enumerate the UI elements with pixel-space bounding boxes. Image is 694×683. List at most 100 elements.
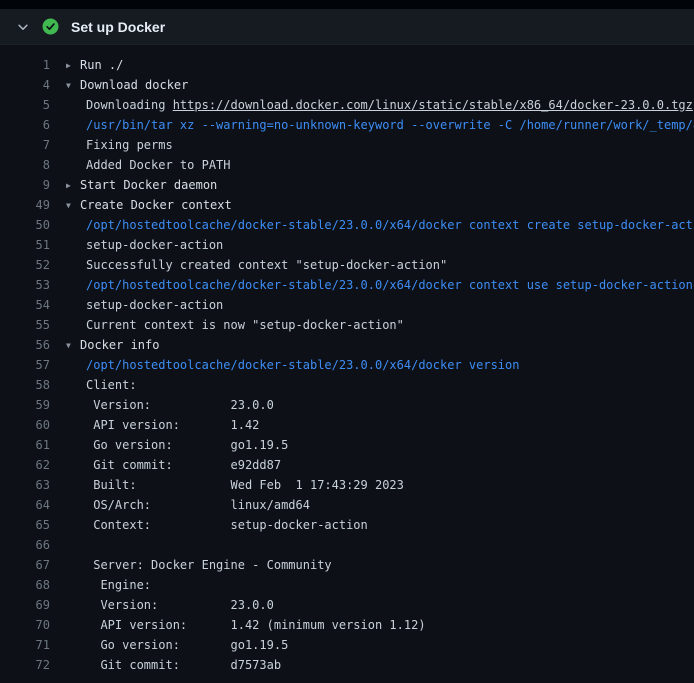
chevron-down-icon[interactable] — [16, 20, 30, 34]
log-line: 62 Git commit: e92dd87 — [0, 455, 694, 475]
group-title[interactable]: Start Docker daemon — [80, 178, 217, 192]
log-line: 63 Built: Wed Feb 1 17:43:29 2023 — [0, 475, 694, 495]
line-number[interactable]: 68 — [0, 575, 50, 595]
log-line: 4 ▼Download docker — [0, 75, 694, 95]
command-text: /usr/bin/tar xz --warning=no-unknown-key… — [86, 118, 694, 132]
log-line: 51 setup-docker-action — [0, 235, 694, 255]
log-text: Engine: — [86, 578, 151, 592]
log-text: Downloading — [86, 98, 173, 112]
log-line: 64 OS/Arch: linux/amd64 — [0, 495, 694, 515]
log-line: 1 ▶Run ./ — [0, 55, 694, 75]
line-number[interactable]: 8 — [0, 155, 50, 175]
log-text: API version: 1.42 — [86, 418, 259, 432]
line-number[interactable]: 62 — [0, 455, 50, 475]
log-line: 56 ▼Docker info — [0, 335, 694, 355]
log-text: Built: Wed Feb 1 17:43:29 2023 — [86, 478, 404, 492]
line-number[interactable]: 56 — [0, 335, 50, 355]
command-text: /opt/hostedtoolcache/docker-stable/23.0.… — [86, 358, 519, 372]
log-line: 50/opt/hostedtoolcache/docker-stable/23.… — [0, 215, 694, 235]
log-line: 54 setup-docker-action — [0, 295, 694, 315]
line-number[interactable]: 54 — [0, 295, 50, 315]
step-success-icon — [42, 18, 59, 35]
line-number[interactable]: 55 — [0, 315, 50, 335]
line-number[interactable]: 59 — [0, 395, 50, 415]
line-number[interactable]: 50 — [0, 215, 50, 235]
line-number[interactable]: 61 — [0, 435, 50, 455]
group-title[interactable]: Create Docker context — [80, 198, 232, 212]
log-text: OS/Arch: linux/amd64 — [86, 498, 310, 512]
log-line: 72 Git commit: d7573ab — [0, 655, 694, 675]
line-number[interactable]: 64 — [0, 495, 50, 515]
log-text: Client: — [86, 378, 137, 392]
group-collapsed-icon[interactable]: ▶ — [66, 56, 80, 75]
group-collapsed-icon[interactable]: ▶ — [66, 176, 80, 195]
line-number[interactable]: 4 — [0, 75, 50, 95]
log-line: 61 Go version: go1.19.5 — [0, 435, 694, 455]
group-expanded-icon[interactable]: ▼ — [66, 196, 80, 215]
log-line: 59 Version: 23.0.0 — [0, 395, 694, 415]
log-link[interactable]: https://download.docker.com/linux/static… — [173, 98, 693, 112]
command-text: /opt/hostedtoolcache/docker-stable/23.0.… — [86, 218, 694, 232]
log-text: Go version: go1.19.5 — [86, 438, 288, 452]
command-text: /opt/hostedtoolcache/docker-stable/23.0.… — [86, 278, 693, 292]
log-line: 70 API version: 1.42 (minimum version 1.… — [0, 615, 694, 635]
log-line: 60 API version: 1.42 — [0, 415, 694, 435]
log-line: 52 Successfully created context "setup-do… — [0, 255, 694, 275]
line-number[interactable]: 60 — [0, 415, 50, 435]
line-number[interactable]: 70 — [0, 615, 50, 635]
line-number[interactable]: 57 — [0, 355, 50, 375]
log-line: 66 — [0, 535, 694, 555]
log-text: Version: 23.0.0 — [86, 598, 274, 612]
group-title[interactable]: Download docker — [80, 78, 188, 92]
step-title: Set up Docker — [71, 19, 165, 35]
line-number[interactable]: 52 — [0, 255, 50, 275]
log-line: 57/opt/hostedtoolcache/docker-stable/23.… — [0, 355, 694, 375]
line-number[interactable]: 71 — [0, 635, 50, 655]
line-number[interactable]: 69 — [0, 595, 50, 615]
log-text: setup-docker-action — [86, 238, 223, 252]
log-text: Go version: go1.19.5 — [86, 638, 288, 652]
log-text: API version: 1.42 (minimum version 1.12) — [86, 618, 426, 632]
line-number[interactable]: 53 — [0, 275, 50, 295]
group-expanded-icon[interactable]: ▼ — [66, 76, 80, 95]
line-number[interactable]: 65 — [0, 515, 50, 535]
line-number[interactable]: 58 — [0, 375, 50, 395]
line-number[interactable]: 63 — [0, 475, 50, 495]
log-line: 55 Current context is now "setup-docker-a… — [0, 315, 694, 335]
page-top-edge — [0, 0, 694, 9]
group-title[interactable]: Docker info — [80, 338, 159, 352]
line-number[interactable]: 5 — [0, 95, 50, 115]
line-number[interactable]: 72 — [0, 655, 50, 675]
line-number[interactable]: 67 — [0, 555, 50, 575]
line-number[interactable]: 9 — [0, 175, 50, 195]
line-number[interactable]: 49 — [0, 195, 50, 215]
group-expanded-icon[interactable]: ▼ — [66, 336, 80, 355]
log-text: Git commit: e92dd87 — [86, 458, 281, 472]
log-line: 65 Context: setup-docker-action — [0, 515, 694, 535]
log-line: 49 ▼Create Docker context — [0, 195, 694, 215]
log-text: Context: setup-docker-action — [86, 518, 368, 532]
log-line: 69 Version: 23.0.0 — [0, 595, 694, 615]
log-line: 8 Added Docker to PATH — [0, 155, 694, 175]
log-text: setup-docker-action — [86, 298, 223, 312]
log-text: Added Docker to PATH — [86, 158, 231, 172]
log-line: 68 Engine: — [0, 575, 694, 595]
log-text: Current context is now "setup-docker-act… — [86, 318, 404, 332]
log-container[interactable]: 1▶Run ./4▼Download docker5Downloading ht… — [0, 45, 694, 683]
group-title[interactable]: Run ./ — [80, 58, 123, 72]
step-header[interactable]: Set up Docker — [0, 9, 694, 45]
log-line: 53/opt/hostedtoolcache/docker-stable/23.… — [0, 275, 694, 295]
log-text: Git commit: d7573ab — [86, 658, 281, 672]
line-number[interactable]: 1 — [0, 55, 50, 75]
log-text: Version: 23.0.0 — [86, 398, 274, 412]
log-line: 58 Client: — [0, 375, 694, 395]
log-line: 5 Downloading https://download.docker.com… — [0, 95, 694, 115]
log-text: Successfully created context "setup-dock… — [86, 258, 447, 272]
line-number[interactable]: 66 — [0, 535, 50, 555]
log-line: 71 Go version: go1.19.5 — [0, 635, 694, 655]
log-line: 6/usr/bin/tar xz --warning=no-unknown-ke… — [0, 115, 694, 135]
line-number[interactable]: 7 — [0, 135, 50, 155]
line-number[interactable]: 6 — [0, 115, 50, 135]
log-line: 9 ▶Start Docker daemon — [0, 175, 694, 195]
line-number[interactable]: 51 — [0, 235, 50, 255]
